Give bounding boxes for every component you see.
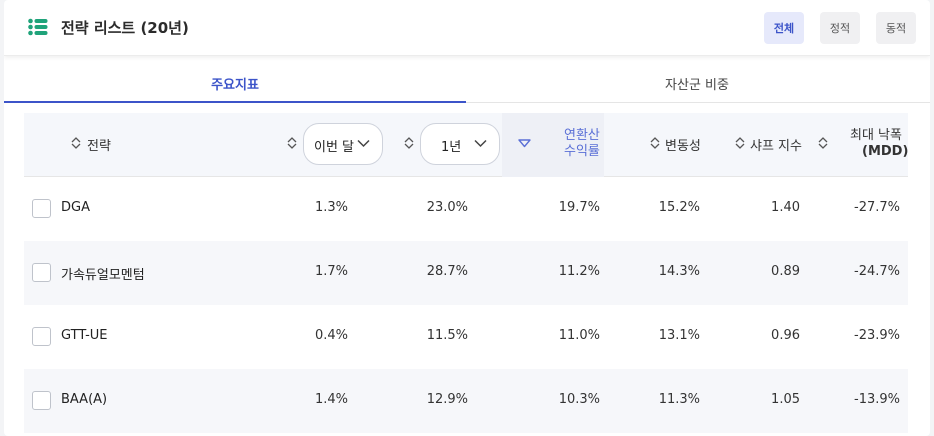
sort-desc-active-icon[interactable]	[518, 139, 531, 148]
max-drawdown: -24.7%	[854, 264, 900, 279]
col-volatility-header: 변동성	[665, 139, 701, 154]
row-checkbox[interactable]	[32, 199, 51, 218]
strategy-name: GTT-UE	[61, 328, 108, 343]
col-sharpe-header: 샤프 지수	[750, 139, 802, 154]
filter-dynamic-button[interactable]: 동적	[876, 12, 916, 44]
strategy-name: 가속듀얼모멘텀	[61, 268, 145, 283]
strategy-list-card: 전략 리스트 (20년) 전체 정적 동적 주요지표 자산군 비중 전략 이번 …	[4, 0, 930, 436]
col-strategy-header: 전략	[87, 139, 111, 154]
max-drawdown: -27.7%	[854, 200, 900, 215]
col-mdd-line2: (MDD)	[862, 144, 909, 159]
period-select[interactable]: 이번 달	[303, 123, 383, 165]
tab-bar: 주요지표 자산군 비중	[4, 70, 930, 103]
volatility: 15.2%	[658, 200, 700, 215]
month-return: 0.4%	[314, 328, 348, 343]
range-select-label: 1년	[441, 140, 462, 155]
tab-key-metrics[interactable]: 주요지표	[4, 70, 466, 103]
row-checkbox[interactable]	[32, 263, 51, 282]
table-row[interactable]: BAA(A) 1.4% 12.9% 10.3% 11.3% 1.05 -13.9…	[24, 369, 908, 433]
month-return: 1.7%	[314, 264, 348, 279]
sort-mdd-icon[interactable]	[817, 136, 829, 150]
row-checkbox[interactable]	[32, 391, 51, 410]
year-return: 12.9%	[426, 392, 468, 407]
annual-return: 10.3%	[558, 392, 600, 407]
col-annual-return-line1: 연환산	[564, 128, 600, 143]
period-select-label: 이번 달	[314, 140, 355, 155]
year-return: 11.5%	[426, 328, 468, 343]
page-title: 전략 리스트 (20년)	[61, 19, 189, 37]
sort-sharpe-icon[interactable]	[734, 136, 746, 150]
list-icon	[28, 18, 48, 36]
volatility: 13.1%	[658, 328, 700, 343]
sort-volatility-icon[interactable]	[649, 136, 661, 150]
sharpe-ratio: 0.89	[771, 264, 800, 279]
annual-return: 19.7%	[558, 200, 600, 215]
annual-return: 11.0%	[558, 328, 600, 343]
range-select[interactable]: 1년	[420, 123, 500, 165]
year-return: 28.7%	[426, 264, 468, 279]
sharpe-ratio: 0.96	[771, 328, 800, 343]
sharpe-ratio: 1.05	[771, 392, 800, 407]
month-return: 1.3%	[314, 200, 348, 215]
month-return: 1.4%	[314, 392, 348, 407]
strategy-name: DGA	[61, 200, 90, 215]
row-checkbox[interactable]	[32, 327, 51, 346]
volatility: 14.3%	[658, 264, 700, 279]
volatility: 11.3%	[658, 392, 700, 407]
tab-asset-allocation[interactable]: 자산군 비중	[466, 70, 928, 103]
chevron-down-icon	[357, 139, 370, 148]
card-header: 전략 리스트 (20년) 전체 정적 동적	[4, 0, 930, 56]
sort-range-icon[interactable]	[403, 136, 415, 150]
table-row[interactable]: 가속듀얼모멘텀 1.7% 28.7% 11.2% 14.3% 0.89 -24.…	[24, 241, 908, 305]
annual-return: 11.2%	[558, 264, 600, 279]
table-row[interactable]: DGA 1.3% 23.0% 19.7% 15.2% 1.40 -27.7%	[24, 177, 908, 241]
strategy-name: BAA(A)	[61, 392, 108, 407]
filter-static-button[interactable]: 정적	[820, 12, 860, 44]
sort-strategy-icon[interactable]	[70, 136, 82, 150]
max-drawdown: -23.9%	[854, 328, 900, 343]
year-return: 23.0%	[426, 200, 468, 215]
sharpe-ratio: 1.40	[771, 200, 800, 215]
chevron-down-icon	[474, 139, 487, 148]
max-drawdown: -13.9%	[854, 392, 900, 407]
sort-period-icon[interactable]	[286, 136, 298, 150]
col-mdd-line1: 최대 낙폭	[850, 128, 902, 143]
filter-all-button[interactable]: 전체	[764, 12, 804, 44]
table-header: 전략 이번 달 1년 연환산 수익률 변동성 샤프 지수 최대 낙폭 (MDD)	[24, 113, 908, 177]
col-annual-return-line2: 수익률	[564, 144, 600, 159]
table-row[interactable]: GTT-UE 0.4% 11.5% 11.0% 13.1% 0.96 -23.9…	[24, 305, 908, 369]
